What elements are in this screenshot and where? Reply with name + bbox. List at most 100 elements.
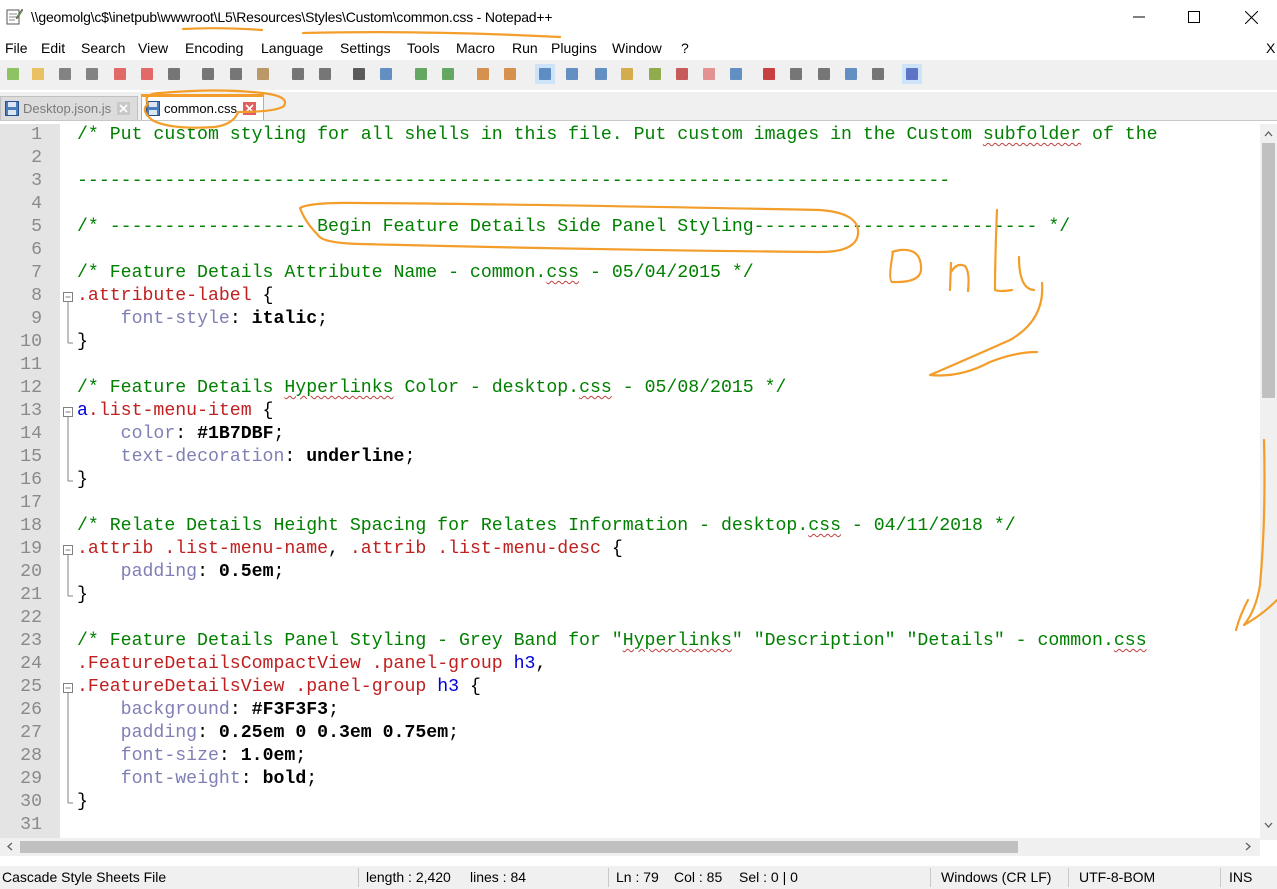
cut-icon[interactable] bbox=[198, 64, 218, 84]
menu-macro[interactable]: Macro bbox=[456, 40, 495, 56]
save-icon[interactable] bbox=[55, 64, 75, 84]
close-icon[interactable] bbox=[110, 64, 130, 84]
menu-tools[interactable]: Tools bbox=[407, 40, 440, 56]
record-macro-icon[interactable] bbox=[759, 64, 779, 84]
code-token: css bbox=[579, 378, 612, 398]
doc-map-icon[interactable] bbox=[617, 64, 637, 84]
notepad-app-icon bbox=[6, 8, 23, 25]
scroll-down-icon[interactable] bbox=[1260, 817, 1277, 834]
function-list-icon[interactable] bbox=[645, 64, 665, 84]
word-wrap-icon[interactable] bbox=[535, 64, 555, 84]
horizontal-scrollbar[interactable] bbox=[0, 838, 1260, 856]
spell-check-icon[interactable] bbox=[902, 64, 922, 84]
sync-horizontal-icon[interactable] bbox=[500, 64, 520, 84]
play-macro-icon[interactable] bbox=[814, 64, 834, 84]
close-document-button[interactable]: X bbox=[1266, 40, 1275, 56]
line-number: 2 bbox=[31, 148, 42, 168]
new-file-icon[interactable] bbox=[3, 64, 23, 84]
code-line: 25 .FeatureDetailsView .panel-group h3 { bbox=[0, 676, 1260, 699]
tab-common-css[interactable]: common.css bbox=[141, 94, 264, 120]
indent-guide-icon[interactable] bbox=[591, 64, 611, 84]
close-all-icon[interactable] bbox=[137, 64, 157, 84]
code-line: 20 padding: 0.5em; bbox=[0, 561, 1260, 584]
menu-window[interactable]: Window bbox=[612, 40, 662, 56]
copy-icon[interactable] bbox=[226, 64, 246, 84]
menu-edit[interactable]: Edit bbox=[41, 40, 65, 56]
code-token: 1.0em bbox=[240, 746, 296, 766]
line-content: padding: 0.5em; bbox=[77, 561, 285, 584]
vertical-scrollbar[interactable] bbox=[1260, 124, 1277, 840]
menu-view[interactable]: View bbox=[138, 40, 168, 56]
saved-file-icon bbox=[146, 101, 160, 116]
redo-icon[interactable] bbox=[315, 64, 335, 84]
close-window-button[interactable] bbox=[1222, 0, 1277, 34]
scroll-left-icon[interactable] bbox=[2, 838, 19, 855]
scroll-up-icon[interactable] bbox=[1260, 126, 1277, 143]
fold-line-icon bbox=[67, 469, 73, 482]
line-content: background: #F3F3F3; bbox=[77, 699, 339, 722]
menu-help[interactable]: ? bbox=[681, 40, 689, 56]
zoom-out-icon[interactable] bbox=[438, 64, 458, 84]
paste-icon[interactable] bbox=[253, 64, 273, 84]
print-icon[interactable] bbox=[164, 64, 184, 84]
vertical-scroll-thumb[interactable] bbox=[1262, 143, 1275, 398]
fold-collapse-icon[interactable] bbox=[61, 676, 75, 699]
menu-plugins[interactable]: Plugins bbox=[551, 40, 597, 56]
maximize-button[interactable] bbox=[1165, 0, 1223, 34]
code-token: /* Put custom styling for all shells in … bbox=[77, 125, 983, 145]
code-token: ; bbox=[273, 562, 285, 582]
fold-line-icon bbox=[67, 584, 73, 597]
tab-desktop-json[interactable]: Desktop.json.js bbox=[0, 96, 138, 120]
fold-collapse-icon[interactable] bbox=[61, 285, 75, 308]
menu-file[interactable]: File bbox=[5, 40, 28, 56]
menu-search[interactable]: Search bbox=[81, 40, 125, 56]
line-number: 28 bbox=[20, 746, 42, 766]
open-file-icon[interactable] bbox=[28, 64, 48, 84]
save-macro-icon[interactable] bbox=[868, 64, 888, 84]
show-all-chars-icon[interactable] bbox=[562, 64, 582, 84]
replace-icon[interactable] bbox=[376, 64, 396, 84]
menu-encoding[interactable]: Encoding bbox=[185, 40, 243, 56]
zoom-in-icon[interactable] bbox=[411, 64, 431, 84]
eye-icon[interactable] bbox=[726, 64, 746, 84]
line-number: 12 bbox=[20, 378, 42, 398]
code-token: " "Description" "Details" - common. bbox=[731, 631, 1114, 651]
code-token: #F3F3F3 bbox=[251, 700, 329, 720]
monitor-icon[interactable] bbox=[699, 64, 719, 84]
line-content: } bbox=[77, 791, 88, 814]
minimize-button[interactable] bbox=[1110, 0, 1168, 34]
menu-run[interactable]: Run bbox=[512, 40, 538, 56]
line-content: } bbox=[77, 469, 88, 492]
code-token: 0.5em bbox=[218, 562, 274, 582]
sync-vertical-icon[interactable] bbox=[473, 64, 493, 84]
code-token: Hyperlinks bbox=[622, 631, 732, 651]
line-number: 13 bbox=[20, 401, 42, 421]
menu-settings[interactable]: Settings bbox=[340, 40, 391, 56]
code-token: subfolder bbox=[982, 125, 1082, 145]
run-macro-multiple-icon[interactable] bbox=[841, 64, 861, 84]
menu-language[interactable]: Language bbox=[261, 40, 323, 56]
fold-collapse-icon[interactable] bbox=[61, 400, 75, 423]
folder-workspace-icon[interactable] bbox=[672, 64, 692, 84]
code-token: ; bbox=[295, 746, 307, 766]
close-tab-icon[interactable] bbox=[242, 102, 256, 115]
find-icon[interactable] bbox=[349, 64, 369, 84]
undo-icon[interactable] bbox=[288, 64, 308, 84]
line-number: 10 bbox=[20, 332, 42, 352]
code-editor[interactable]: 1 /* Put custom styling for all shells in… bbox=[0, 124, 1277, 840]
line-content: /* Feature Details Panel Styling - Grey … bbox=[77, 630, 1147, 653]
line-number: 22 bbox=[20, 608, 42, 628]
close-tab-icon[interactable] bbox=[117, 102, 131, 115]
fold-collapse-icon[interactable] bbox=[61, 538, 75, 561]
line-number: 17 bbox=[20, 493, 42, 513]
stop-macro-icon[interactable] bbox=[786, 64, 806, 84]
code-token: Color - desktop. bbox=[393, 378, 580, 398]
save-all-icon[interactable] bbox=[82, 64, 102, 84]
horizontal-scroll-thumb[interactable] bbox=[20, 841, 1018, 853]
status-insert-mode: INS bbox=[1229, 869, 1253, 885]
line-number: 29 bbox=[20, 769, 42, 789]
scroll-right-icon[interactable] bbox=[1240, 838, 1257, 855]
